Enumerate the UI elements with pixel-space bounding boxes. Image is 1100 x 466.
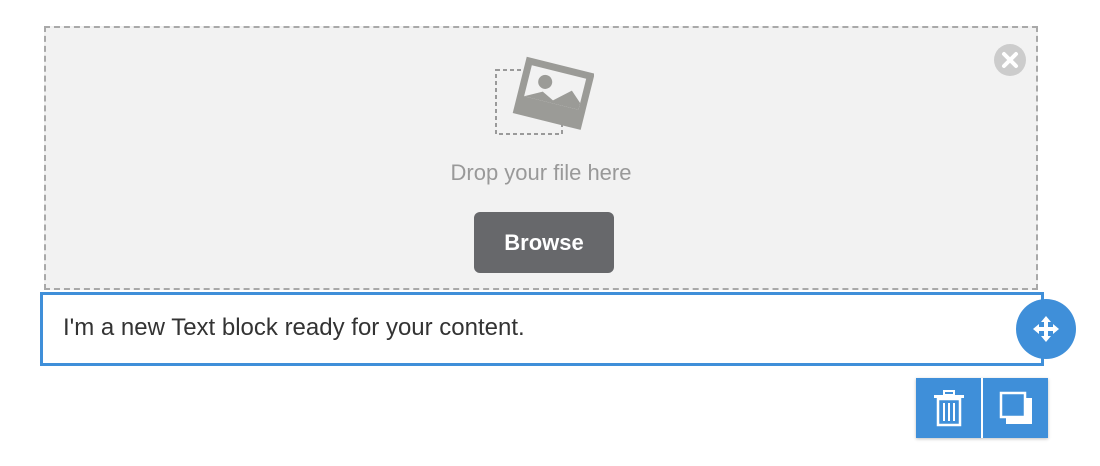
- image-dropzone[interactable]: Drop your file here Browse: [44, 26, 1038, 290]
- browse-button[interactable]: Browse: [474, 212, 614, 273]
- text-block[interactable]: I'm a new Text block ready for your cont…: [40, 292, 1044, 366]
- close-icon[interactable]: [994, 44, 1026, 76]
- block-toolbar: [916, 378, 1048, 438]
- duplicate-button[interactable]: [981, 378, 1048, 438]
- drop-text: Drop your file here: [450, 160, 632, 185]
- move-arrows-icon: [1033, 316, 1059, 342]
- delete-button[interactable]: [916, 378, 981, 438]
- trash-icon: [933, 390, 964, 427]
- image-placeholder-icon: [494, 56, 595, 138]
- duplicate-icon: [999, 391, 1032, 424]
- text-block-content[interactable]: I'm a new Text block ready for your cont…: [63, 314, 525, 342]
- move-handle[interactable]: [1016, 299, 1076, 359]
- editor-canvas: Drop your file here Browse I'm a new Tex…: [0, 0, 1100, 466]
